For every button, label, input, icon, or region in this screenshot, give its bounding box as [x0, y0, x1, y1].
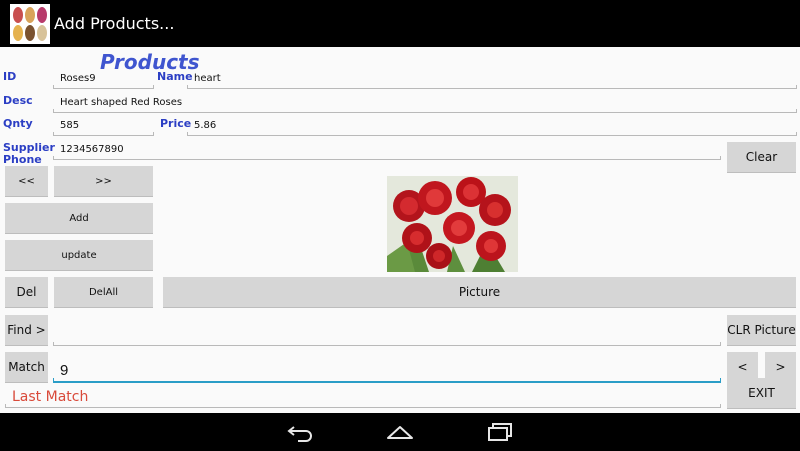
status-field — [5, 385, 721, 408]
product-form: Products ID Roses9 Name heart Desc Heart… — [0, 47, 800, 413]
update-button[interactable]: update — [5, 240, 153, 271]
qnty-label: Qnty — [3, 117, 33, 130]
match-button[interactable]: Match — [5, 352, 48, 383]
add-button[interactable]: Add — [5, 203, 153, 234]
id-field[interactable]: Roses9 — [53, 69, 154, 89]
desc-field[interactable]: Heart shaped Red Roses — [53, 93, 797, 113]
roses-illustration — [387, 176, 518, 272]
picture-button[interactable]: Picture — [163, 277, 796, 308]
next-record-button[interactable]: >> — [54, 166, 153, 197]
supplier-phone-label: Supplier Phone — [3, 142, 55, 166]
price-field[interactable]: 5.86 — [187, 116, 797, 136]
app-title: Add Products... — [54, 14, 175, 33]
find-button[interactable]: Find > — [5, 315, 48, 346]
app-icon — [10, 4, 50, 44]
qnty-field[interactable]: 585 — [53, 116, 154, 136]
delete-all-button[interactable]: DelAll — [54, 277, 153, 308]
supplier-label-line2: Phone — [3, 153, 42, 166]
clear-picture-button[interactable]: CLR Picture — [727, 315, 796, 346]
product-image — [387, 176, 518, 272]
match-field[interactable]: 9 — [53, 357, 721, 383]
name-field[interactable]: heart — [187, 69, 797, 89]
id-label: ID — [3, 70, 17, 83]
supplier-phone-field[interactable]: 1234567890 — [53, 140, 721, 160]
system-navigation-bar — [0, 413, 800, 451]
delete-button[interactable]: Del — [5, 277, 48, 308]
recents-icon[interactable] — [487, 422, 515, 442]
back-icon[interactable] — [286, 422, 314, 442]
match-value: 9 — [60, 362, 69, 379]
clear-button[interactable]: Clear — [727, 142, 796, 173]
home-icon[interactable] — [386, 422, 414, 442]
exit-button[interactable]: EXIT — [727, 378, 796, 409]
action-bar: Add Products... — [0, 0, 800, 47]
find-field[interactable] — [53, 322, 721, 346]
desc-label: Desc — [3, 94, 33, 107]
prev-record-button[interactable]: << — [5, 166, 48, 197]
